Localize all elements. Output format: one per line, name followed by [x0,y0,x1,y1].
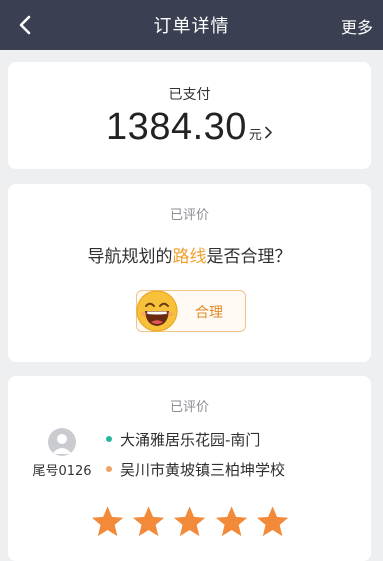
laughing-face-icon [136,290,178,332]
more-button[interactable]: 更多 [341,14,373,38]
avatar [48,428,76,456]
payment-card: 已支付 1384.30 元 [8,62,371,169]
star-icon[interactable] [90,504,125,540]
star-icon[interactable] [172,504,207,540]
route-question-prefix: 导航规划的 [87,247,173,267]
trip-review-card: 已评价 尾号0126 大涌雅居乐花园-南门 吴川市黄坡镇三柏坤学校 [8,376,371,561]
currency-unit: 元 [248,128,262,143]
dropoff-dot-icon [106,465,112,472]
route-question-highlight: 路线 [172,247,207,267]
route-question-suffix: 是否合理？ [206,247,292,267]
route-review-status: 已评价 [169,208,209,223]
star-icon[interactable] [255,504,290,540]
page-title: 订单详情 [153,16,230,37]
dropoff-address-text: 吴川市黄坡镇三柏坤学校 [120,461,286,479]
reasonable-answer-label: 合理 [195,305,223,321]
star-icon[interactable] [214,504,249,540]
payment-status: 已支付 [168,87,211,103]
reasonable-answer-button[interactable]: 合理 [136,290,246,332]
pickup-dot-icon [106,435,112,442]
top-nav-bar: 订单详情 更多 [0,0,383,50]
star-rating [90,504,290,544]
trip-review-status: 已评价 [169,400,209,415]
star-icon[interactable] [131,504,166,540]
dropoff-address: 吴川市黄坡镇三柏坤学校 [106,459,285,480]
chevron-right-icon [265,126,272,139]
back-arrow-icon[interactable] [14,13,38,37]
route-review-card: 已评价 导航规划的路线是否合理？ 合理 [8,184,371,362]
payment-amount-link[interactable]: 1384.30 元 [8,106,371,149]
route-question: 导航规划的路线是否合理？ [8,242,371,267]
person-icon [52,434,72,454]
driver-tail-number: 尾号0126 [32,464,92,479]
pickup-address-text: 大涌雅居乐花园-南门 [120,431,261,449]
payment-amount: 1384.30 [106,106,247,148]
pickup-address: 大涌雅居乐花园-南门 [106,429,260,450]
